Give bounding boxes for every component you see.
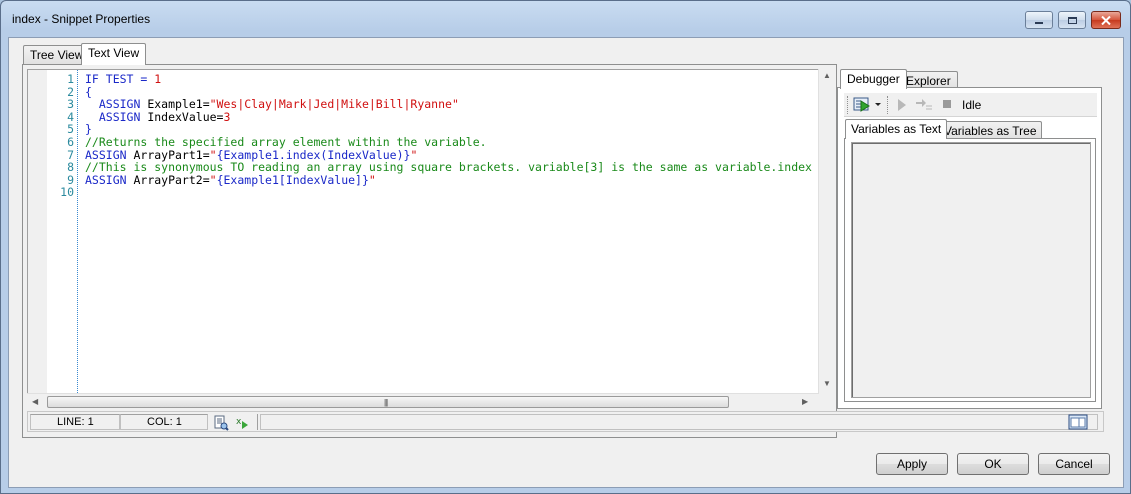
minimize-icon bbox=[1035, 22, 1043, 24]
window-title: index - Snippet Properties bbox=[12, 12, 151, 26]
code-token: "Wes|Clay|Mark|Jed|Mike|Bill|Ryanne" bbox=[209, 97, 459, 112]
line-indicator: LINE: 1 bbox=[57, 416, 94, 428]
line-number-gutter: 1 2 3 4 5 6 7 8 9 10 bbox=[28, 70, 78, 393]
line-number: 6 bbox=[67, 135, 74, 149]
status-message-area bbox=[260, 414, 1098, 430]
toolbar-grip bbox=[847, 96, 848, 114]
editor-status-bar: LINE: 1 COL: 1 x bbox=[27, 411, 1104, 432]
variables-text-area[interactable] bbox=[851, 142, 1091, 398]
code-token: ASSIGN bbox=[85, 109, 148, 124]
status-separator bbox=[257, 414, 258, 430]
continue-icon[interactable] bbox=[896, 98, 908, 112]
chevron-down-icon[interactable] bbox=[874, 102, 882, 108]
line-number: 1 bbox=[67, 72, 74, 86]
code-line: IF TEST = 1 bbox=[85, 73, 815, 86]
editor-vertical-scrollbar[interactable]: ▲ ▼ bbox=[818, 69, 834, 394]
debug-state-label: Idle bbox=[962, 98, 982, 112]
find-document-icon[interactable] bbox=[213, 415, 229, 431]
tab-label: Tree View bbox=[30, 48, 84, 62]
line-number: 3 bbox=[67, 97, 74, 112]
horizontal-scroll-thumb[interactable]: ||| bbox=[47, 396, 729, 408]
code-token: IF TEST = bbox=[85, 72, 155, 86]
maximize-button[interactable] bbox=[1058, 11, 1086, 29]
step-over-icon[interactable] bbox=[914, 97, 934, 113]
editor-horizontal-scrollbar[interactable]: ◀ ||| ▶ bbox=[27, 393, 818, 409]
line-number: 10 bbox=[60, 185, 74, 200]
code-line: ASSIGN IndexValue=3 bbox=[85, 109, 815, 124]
apply-button[interactable]: Apply bbox=[876, 453, 948, 475]
close-icon bbox=[1101, 15, 1111, 25]
code-line: ASSIGN ArrayPart2="{Example1[IndexValue]… bbox=[85, 172, 815, 187]
scroll-down-icon[interactable]: ▼ bbox=[823, 379, 831, 388]
variable-run-icon[interactable]: x bbox=[235, 415, 251, 431]
scroll-right-icon[interactable]: ▶ bbox=[802, 397, 808, 406]
gutter-margin bbox=[28, 70, 47, 393]
code-token: ASSIGN bbox=[85, 172, 134, 187]
tab-label: Variables as Tree bbox=[944, 124, 1037, 138]
line-number: 8 bbox=[67, 160, 74, 175]
code-token: 3 bbox=[223, 109, 231, 124]
tab-text-view[interactable]: Text View bbox=[81, 43, 147, 65]
svg-text:x: x bbox=[236, 417, 242, 427]
tab-label: Explorer bbox=[906, 74, 951, 88]
tab-label: Text View bbox=[88, 46, 140, 60]
scroll-left-icon[interactable]: ◀ bbox=[32, 397, 38, 406]
grip-icon: ||| bbox=[384, 398, 388, 407]
tab-variables-as-tree[interactable]: Variables as Tree bbox=[939, 121, 1042, 139]
minimize-button[interactable] bbox=[1025, 11, 1053, 29]
code-editor[interactable]: 1 2 3 4 5 6 7 8 9 10 IF TEST = 1{ ASSIGN Example1… bbox=[27, 69, 832, 394]
code-text[interactable]: IF TEST = 1{ ASSIGN Example1="Wes|Clay|M… bbox=[85, 70, 815, 393]
toolbar-separator bbox=[887, 96, 888, 114]
start-debug-icon[interactable] bbox=[853, 97, 871, 113]
ok-button[interactable]: OK bbox=[957, 453, 1029, 475]
snippet-properties-window: index - Snippet Properties Tree View Tex… bbox=[0, 0, 1131, 494]
tab-variables-as-text[interactable]: Variables as Text bbox=[845, 119, 948, 139]
cancel-button[interactable]: Cancel bbox=[1038, 453, 1110, 475]
col-indicator: COL: 1 bbox=[147, 416, 182, 428]
code-token: IndexValue= bbox=[147, 109, 224, 124]
code-token: 1 bbox=[154, 72, 162, 86]
status-line: LINE: 1 bbox=[30, 414, 120, 430]
tab-debugger[interactable]: Debugger bbox=[840, 69, 907, 89]
code-token: ArrayPart2= bbox=[133, 172, 210, 187]
maximize-icon bbox=[1067, 16, 1077, 24]
title-bar[interactable]: index - Snippet Properties bbox=[1, 1, 1130, 37]
tab-label: Variables as Text bbox=[851, 122, 942, 136]
code-token: " bbox=[368, 172, 376, 187]
stop-icon[interactable] bbox=[942, 99, 952, 109]
code-token: {Example1[IndexValue]} bbox=[216, 172, 369, 187]
status-col: COL: 1 bbox=[120, 414, 208, 430]
scroll-up-icon[interactable]: ▲ bbox=[823, 71, 831, 80]
close-button[interactable] bbox=[1091, 11, 1121, 29]
toggle-panel-icon[interactable] bbox=[1068, 414, 1088, 430]
code-token: " bbox=[209, 172, 217, 187]
tab-label: Debugger bbox=[847, 72, 900, 86]
